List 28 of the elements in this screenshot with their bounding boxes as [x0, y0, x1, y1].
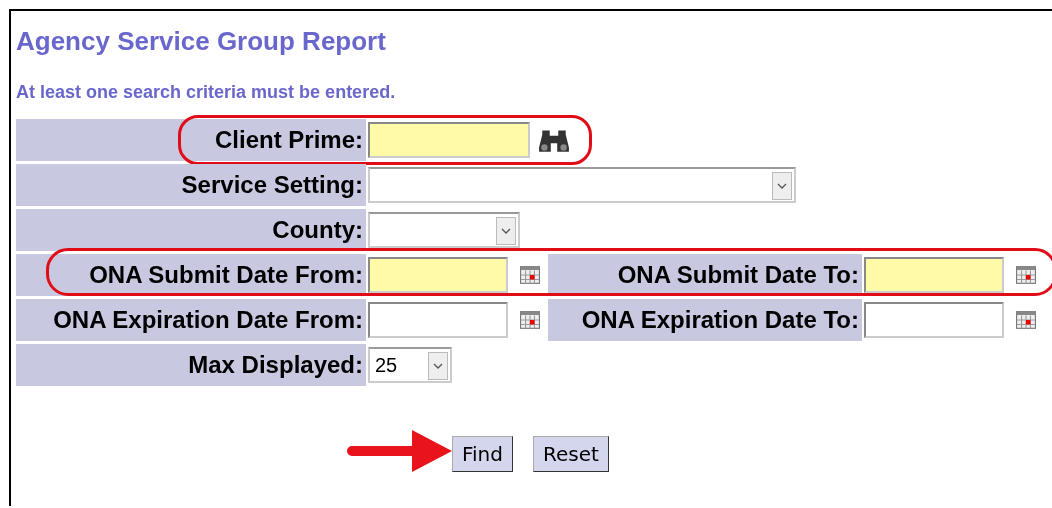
calendar-icon[interactable] [1016, 311, 1036, 329]
caret-icon[interactable] [496, 217, 516, 245]
calendar-icon[interactable] [1016, 266, 1036, 284]
field-label: ONA Expiration Date To: [548, 299, 862, 341]
form-button[interactable]: Find [452, 436, 513, 472]
form-button[interactable]: Reset [533, 436, 609, 472]
dropdown-field[interactable] [368, 212, 520, 248]
dropdown-field[interactable] [368, 167, 796, 203]
field-label: ONA Submit Date To: [548, 254, 862, 296]
date-field[interactable] [864, 257, 1004, 293]
calendar-icon[interactable] [520, 266, 540, 284]
instruction-text: At least one search criteria must be entered. [16, 81, 397, 104]
calendar-icon[interactable] [520, 311, 540, 329]
dropdown-value: 25 [374, 353, 398, 377]
field-label: ONA Submit Date From: [16, 254, 366, 296]
date-field[interactable] [368, 302, 508, 338]
date-field[interactable] [368, 257, 508, 293]
field-label: Service Setting: [16, 164, 366, 206]
field-label: ONA Expiration Date From: [16, 299, 366, 341]
dropdown-field[interactable]: 25 [368, 347, 452, 383]
page-title: Agency Service Group Report [16, 25, 387, 58]
date-field[interactable] [864, 302, 1004, 338]
field-label: Client Prime: [16, 119, 366, 161]
caret-icon[interactable] [772, 172, 792, 200]
field-label: Max Displayed: [16, 344, 366, 386]
client-prime-field[interactable] [368, 122, 530, 158]
field-label: County: [16, 209, 366, 251]
caret-icon[interactable] [428, 352, 448, 380]
